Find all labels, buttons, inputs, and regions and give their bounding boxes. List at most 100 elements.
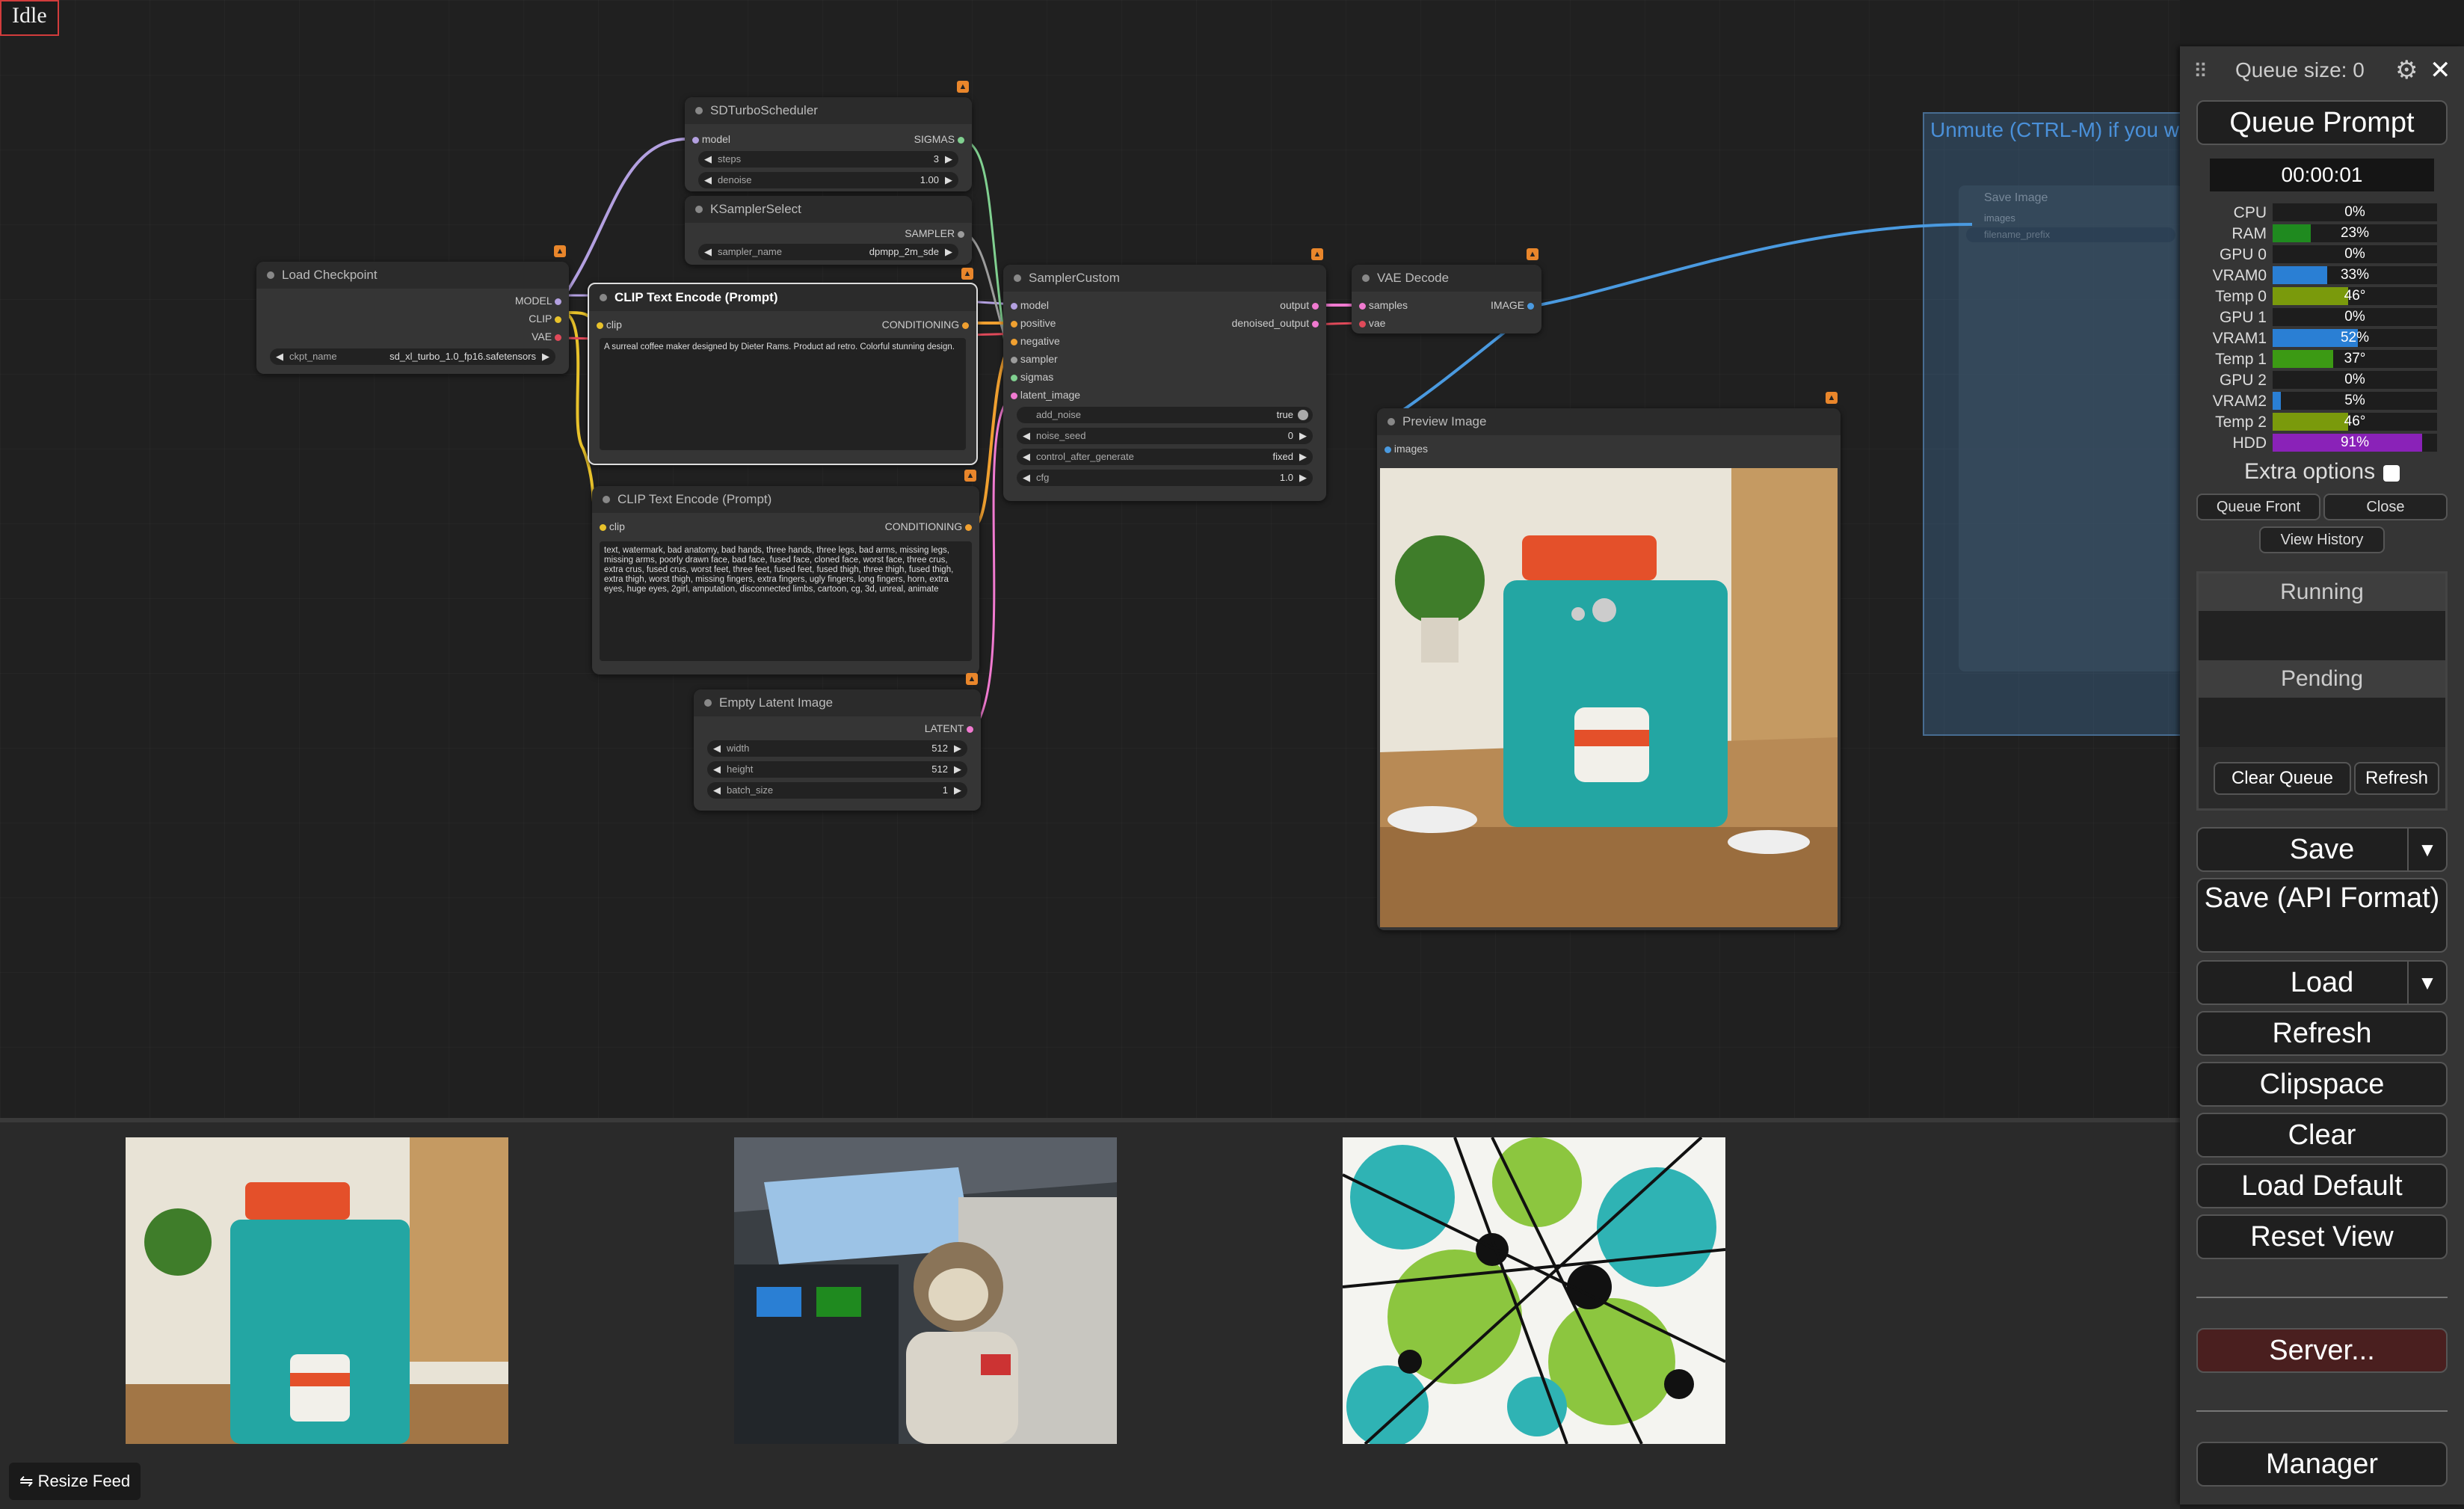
image-output-label: IMAGE	[1490, 299, 1525, 311]
ckpt-name-widget[interactable]: ◀ ckpt_name sd_xl_turbo_1.0_fp16.safetens…	[270, 348, 555, 365]
add-noise-value: true	[1276, 409, 1293, 420]
denoised-output[interactable]: denoised_output	[1232, 317, 1319, 329]
refresh-button[interactable]: Refresh	[2196, 1011, 2448, 1056]
positive-input[interactable]: positive	[1011, 317, 1056, 329]
preview-image-node[interactable]: ▲ Preview Image images	[1377, 392, 1841, 930]
stat-label: VRAM0	[2212, 267, 2267, 284]
node-badge-icon: ▲	[1311, 248, 1323, 260]
stat-label: GPU 0	[2219, 246, 2267, 263]
close-button[interactable]: Close	[2323, 494, 2448, 520]
clip-input[interactable]: clip	[600, 520, 625, 532]
load-dropdown-icon[interactable]: ▼	[2407, 962, 2446, 1004]
positive-prompt-textarea[interactable]: A surreal coffee maker designed by Diete…	[600, 338, 966, 450]
save-dropdown-icon[interactable]: ▼	[2407, 829, 2446, 870]
view-history-button[interactable]: View History	[2259, 526, 2385, 553]
load-checkpoint-node[interactable]: ▲ Load Checkpoint MODEL CLIP VAE ◀ ckpt_n…	[256, 245, 569, 374]
images-input[interactable]: images	[1385, 443, 1428, 455]
sampler-output[interactable]: SAMPLER	[905, 227, 964, 239]
conditioning-output[interactable]: CONDITIONING	[882, 319, 969, 331]
stat-bar: 0%	[2273, 203, 2437, 221]
gear-icon[interactable]: ⚙	[2395, 55, 2418, 85]
control-after-generate-widget[interactable]: ◀ control_after_generate fixed ▶	[1017, 449, 1313, 465]
queue-front-button[interactable]: Queue Front	[2196, 494, 2320, 520]
sigmas-output[interactable]: SIGMAS	[914, 133, 964, 145]
resize-feed-button[interactable]: ⇋ Resize Feed	[9, 1463, 141, 1500]
clip-text-encode-positive-node[interactable]: ▲ CLIP Text Encode (Prompt) clip CONDITI…	[588, 268, 978, 465]
stat-row: Temp 1 37°	[2202, 350, 2442, 369]
images-input-label: images	[1393, 443, 1429, 455]
sd-turbo-scheduler-node[interactable]: ▲ SDTurboScheduler model SIGMAS ◀ steps 3…	[685, 81, 972, 191]
sampler-custom-node[interactable]: ▲ SamplerCustom model positive negative …	[1003, 248, 1326, 501]
save-api-button[interactable]: Save (API Format)	[2196, 878, 2448, 953]
stat-bar: 0%	[2273, 371, 2437, 389]
vae-input[interactable]: vae	[1359, 317, 1385, 329]
close-icon[interactable]: ✕	[2430, 55, 2451, 85]
cfg-widget[interactable]: ◀ cfg 1.0 ▶	[1017, 470, 1313, 486]
latent-image-input[interactable]: latent_image	[1011, 389, 1080, 401]
denoise-widget[interactable]: ◀ denoise 1.00 ▶	[698, 172, 958, 188]
model-input[interactable]: model	[692, 133, 730, 145]
sampler-input[interactable]: sampler	[1011, 353, 1058, 365]
output-output[interactable]: output	[1280, 299, 1319, 311]
image-output[interactable]: IMAGE	[1491, 299, 1534, 311]
width-label: width	[727, 743, 750, 754]
model-output[interactable]: MODEL	[515, 295, 561, 307]
negative-input[interactable]: negative	[1011, 335, 1060, 347]
manager-button[interactable]: Manager	[2196, 1442, 2448, 1487]
sampler-name-value: dpmpp_2m_sde	[869, 246, 939, 257]
image-feed[interactable]: ⇋ Resize Feed	[0, 1118, 2180, 1509]
conditioning-output-label: CONDITIONING	[884, 520, 963, 532]
conditioning-output[interactable]: CONDITIONING	[885, 520, 972, 532]
negative-prompt-textarea[interactable]: text, watermark, bad anatomy, bad hands,…	[600, 541, 972, 661]
height-widget[interactable]: ◀ height 512 ▶	[707, 761, 967, 778]
menu-header: ⠿ Queue size: 0 ⚙ ✕	[2180, 46, 2464, 99]
stat-value: 52%	[2340, 330, 2370, 345]
vae-output[interactable]: VAE	[532, 331, 561, 342]
clear-queue-button[interactable]: Clear Queue	[2214, 762, 2351, 795]
server-button[interactable]: Server...	[2196, 1328, 2448, 1373]
latent-output[interactable]: LATENT	[925, 722, 973, 734]
feed-thumb-splatter[interactable]	[1343, 1137, 1725, 1444]
empty-latent-image-node[interactable]: ▲ Empty Latent Image LATENT ◀ width 512 ▶ …	[694, 673, 981, 811]
clip-input[interactable]: clip	[597, 319, 622, 331]
stat-bar: 0%	[2273, 308, 2437, 326]
refresh-queue-button[interactable]: Refresh	[2354, 762, 2439, 795]
vae-decode-node[interactable]: ▲ VAE Decode samples vae IMAGE	[1352, 248, 1541, 334]
menu-divider	[2196, 1410, 2448, 1412]
stat-label: Temp 2	[2215, 414, 2267, 431]
side-menu[interactable]: ⠿ Queue size: 0 ⚙ ✕ Queue Prompt 00:00:0…	[2180, 46, 2464, 1505]
extra-options-label: Extra options	[2244, 459, 2376, 484]
queue-panel: Running Pending Clear Queue Refresh	[2196, 571, 2448, 811]
model-input[interactable]: model	[1011, 299, 1049, 311]
extra-options-checkbox[interactable]	[2383, 465, 2400, 482]
ksampler-select-node[interactable]: KSamplerSelect SAMPLER ◀ sampler_name dpm…	[685, 196, 972, 265]
sigmas-input[interactable]: sigmas	[1011, 371, 1053, 383]
steps-label: steps	[718, 153, 742, 165]
node-badge-icon: ▲	[961, 268, 973, 280]
add-noise-toggle[interactable]: add_noise true	[1017, 407, 1313, 423]
width-widget[interactable]: ◀ width 512 ▶	[707, 740, 967, 757]
clip-output[interactable]: CLIP	[529, 313, 561, 325]
sampler-name-widget[interactable]: ◀ sampler_name dpmpp_2m_sde ▶	[698, 244, 958, 260]
samples-input[interactable]: samples	[1359, 299, 1408, 311]
noise-seed-value: 0	[1287, 430, 1293, 441]
drag-handle-icon[interactable]: ⠿	[2193, 60, 2208, 83]
load-default-button[interactable]: Load Default	[2196, 1164, 2448, 1208]
noise-seed-widget[interactable]: ◀ noise_seed 0 ▶	[1017, 428, 1313, 444]
stat-label: VRAM1	[2212, 330, 2267, 347]
clear-button[interactable]: Clear	[2196, 1113, 2448, 1158]
graph-canvas[interactable]: Unmute (CTRL-M) if you w Save Image imag…	[0, 0, 2180, 1118]
load-button[interactable]: Load ▼	[2196, 960, 2448, 1005]
feed-thumb-sloth[interactable]	[734, 1137, 1117, 1444]
steps-widget[interactable]: ◀ steps 3 ▶	[698, 151, 958, 168]
clip-text-encode-negative-node[interactable]: ▲ CLIP Text Encode (Prompt) clip CONDITI…	[592, 470, 979, 674]
feed-thumb-coffee[interactable]	[126, 1137, 508, 1444]
save-button[interactable]: Save ▼	[2196, 827, 2448, 872]
clipspace-button[interactable]: Clipspace	[2196, 1062, 2448, 1107]
stat-bar: 91%	[2273, 434, 2437, 452]
node-badge-icon: ▲	[964, 470, 976, 482]
batch-size-widget[interactable]: ◀ batch_size 1 ▶	[707, 782, 967, 799]
positive-input-label: positive	[1020, 317, 1056, 329]
queue-prompt-button[interactable]: Queue Prompt	[2196, 100, 2448, 145]
reset-view-button[interactable]: Reset View	[2196, 1214, 2448, 1259]
